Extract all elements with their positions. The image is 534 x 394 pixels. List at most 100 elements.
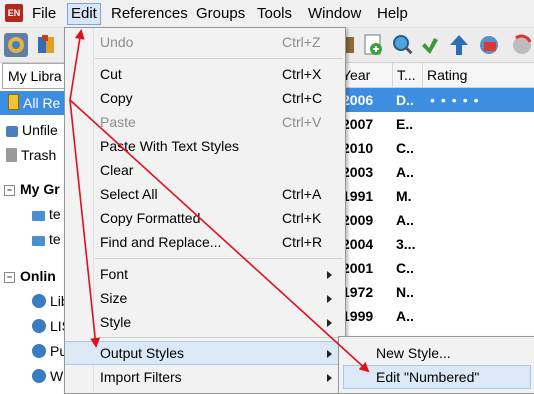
sync-arrow-icon[interactable] — [446, 32, 472, 58]
cell-type: C.. — [396, 260, 414, 276]
menu-item-font[interactable]: Font — [65, 262, 345, 286]
app-logo-icon[interactable]: EN — [5, 4, 23, 22]
menu-help[interactable]: Help — [377, 4, 408, 24]
local-library-mode-icon[interactable] — [3, 32, 29, 58]
menu-item-style[interactable]: Style — [65, 310, 345, 334]
sidebar-item-online-3[interactable]: Pu — [32, 339, 67, 363]
cell-year: 2001 — [342, 260, 374, 276]
column-header-rating[interactable]: Rating — [422, 63, 534, 87]
menubar: EN File Edit References Groups Tools Win… — [0, 0, 534, 28]
table-row[interactable]: 2004 3... — [338, 232, 534, 256]
table-row[interactable]: 2009 A.. — [338, 208, 534, 232]
menu-item-label: Import Filters — [100, 369, 182, 385]
menu-item-copy-formatted[interactable]: Copy Formatted Ctrl+K — [65, 206, 345, 230]
menu-item-copy[interactable]: Copy Ctrl+C — [65, 86, 345, 110]
new-reference-icon[interactable] — [360, 32, 386, 58]
sidebar-group-label: My Gr — [20, 181, 60, 197]
menu-separator — [95, 58, 343, 59]
cell-year: 2007 — [342, 116, 374, 132]
menu-item-select-all[interactable]: Select All Ctrl+A — [65, 182, 345, 206]
menu-file[interactable]: File — [32, 4, 56, 24]
menu-references[interactable]: References — [111, 4, 188, 24]
collapse-icon[interactable]: − — [4, 272, 15, 283]
menu-item-find-and-replace[interactable]: Find and Replace... Ctrl+R — [65, 230, 345, 254]
table-row[interactable]: 2003 A.. — [338, 160, 534, 184]
cell-type: E.. — [396, 116, 414, 132]
menu-item-shortcut: Ctrl+X — [282, 66, 322, 82]
menu-item-label: Font — [100, 266, 129, 282]
cell-type: A.. — [396, 308, 414, 324]
library-dropdown[interactable]: My Libra — [2, 63, 73, 89]
table-row[interactable]: 2010 C.. — [338, 136, 534, 160]
menu-groups[interactable]: Groups — [196, 4, 245, 24]
menu-item-label: New Style... — [376, 345, 451, 361]
magnifier-icon — [32, 344, 46, 358]
sidebar-group-label: Onlin — [20, 268, 56, 284]
menu-item-label: Edit "Numbered" — [376, 369, 480, 385]
web-icon[interactable] — [508, 32, 534, 58]
cell-type: M. — [396, 188, 412, 204]
table-row[interactable]: 1999 A.. — [338, 304, 534, 328]
sidebar-item-all-references[interactable]: All Re — [0, 91, 64, 115]
group-folder-icon — [32, 236, 45, 246]
menu-item-import-filters[interactable]: Import Filters — [65, 365, 345, 389]
menu-item-label: Output Styles — [100, 345, 185, 361]
menu-tools[interactable]: Tools — [257, 4, 292, 24]
sidebar-item-group-1[interactable]: te — [32, 202, 61, 226]
find-full-text-icon[interactable] — [418, 32, 444, 58]
search-online-icon[interactable] — [390, 32, 416, 58]
table-row[interactable]: 2001 C.. — [338, 256, 534, 280]
output-styles-submenu: New Style... Edit "Numbered" — [338, 336, 534, 394]
cell-type: N.. — [396, 284, 414, 300]
table-row[interactable]: 1972 N.. — [338, 280, 534, 304]
menu-item-shortcut: Ctrl+C — [282, 90, 323, 106]
integrated-library-icon[interactable] — [34, 32, 60, 58]
trash-icon — [6, 148, 17, 162]
collapse-icon[interactable]: − — [4, 185, 15, 196]
menu-item-new-style[interactable]: New Style... — [339, 341, 534, 365]
menu-item-edit-numbered[interactable]: Edit "Numbered" — [343, 365, 531, 389]
menu-item-cut[interactable]: Cut Ctrl+X — [65, 62, 345, 86]
menu-item-label: Copy — [100, 90, 133, 106]
table-header: Year T... Rating — [338, 63, 534, 88]
menu-item-label: Copy Formatted — [100, 210, 201, 226]
sidebar-item-trash[interactable]: Trash — [6, 143, 56, 167]
menu-window[interactable]: Window — [308, 4, 361, 24]
online-search-header[interactable]: − Onlin — [0, 264, 56, 288]
sidebar-item-label: W — [50, 368, 64, 384]
menu-item-shortcut: Ctrl+A — [282, 186, 322, 202]
submenu-arrow-icon — [327, 319, 332, 327]
magnifier-icon — [32, 369, 46, 383]
column-header-type[interactable]: T... — [392, 63, 425, 87]
menu-item-label: Style — [100, 314, 132, 330]
menu-item-shortcut: Ctrl+V — [282, 114, 322, 130]
sidebar-item-unfiled[interactable]: Unfile — [6, 118, 58, 142]
menu-item-size[interactable]: Size — [65, 286, 345, 310]
menu-item-paste[interactable]: Paste Ctrl+V — [65, 110, 345, 134]
cell-rating[interactable]: ••••• — [430, 88, 485, 112]
cell-type: C.. — [396, 140, 414, 156]
open-link-icon[interactable] — [476, 32, 502, 58]
sidebar-item-online-4[interactable]: W — [32, 364, 63, 388]
table-row[interactable]: 2006 D.. ••••• — [338, 88, 534, 112]
menu-item-paste-with-text-styles[interactable]: Paste With Text Styles — [65, 134, 345, 158]
menu-item-clear[interactable]: Clear — [65, 158, 345, 182]
magnifier-icon — [32, 319, 46, 333]
table-row[interactable]: 2007 E.. — [338, 112, 534, 136]
menu-item-output-styles[interactable]: Output Styles — [65, 341, 345, 365]
cell-year: 1972 — [342, 284, 374, 300]
cell-year: 2009 — [342, 212, 374, 228]
menu-edit[interactable]: Edit — [67, 3, 101, 25]
cell-type: 3... — [396, 236, 416, 252]
sidebar-item-group-2[interactable]: te — [32, 227, 61, 251]
cell-year: 2006 — [342, 92, 374, 108]
menu-item-undo[interactable]: Undo Ctrl+Z — [65, 30, 345, 54]
table-row[interactable]: 1991 M. — [338, 184, 534, 208]
my-groups-header[interactable]: − My Gr — [0, 177, 60, 201]
menu-separator — [95, 258, 343, 259]
reference-list: 2006 D.. ••••• 2007 E.. 2010 C.. 2003 A.. 199… — [338, 88, 534, 328]
magnifier-icon — [32, 294, 46, 308]
cell-year: 1991 — [342, 188, 374, 204]
column-header-year[interactable]: Year — [338, 63, 392, 87]
menu-item-label: Undo — [100, 34, 134, 50]
